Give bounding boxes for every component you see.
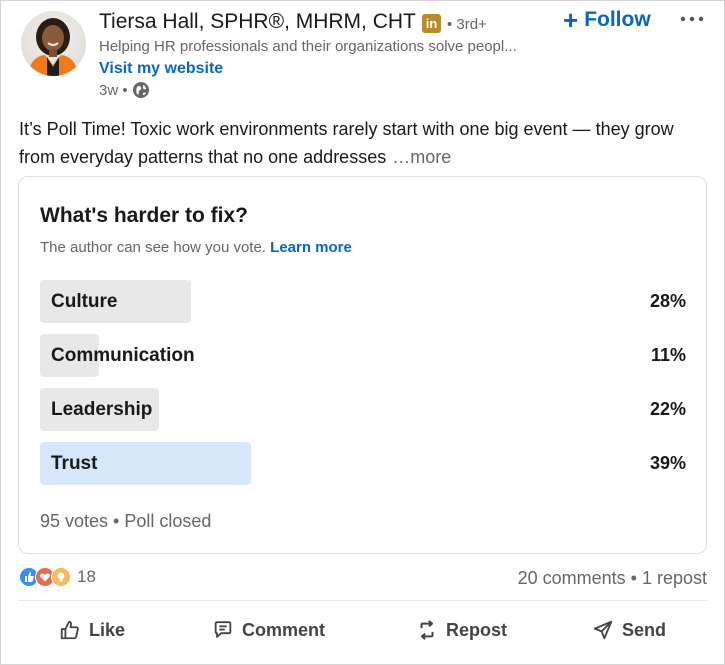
divider — [18, 600, 707, 601]
comment-icon — [214, 621, 232, 638]
poll-option-label: Communication — [51, 345, 195, 366]
poll-option-culture: Culture 28% — [40, 280, 686, 323]
author-name[interactable]: Tiersa Hall, SPHR®, MHRM, CHT — [99, 10, 416, 34]
post-body: It’s Poll Time! Toxic work environments … — [19, 119, 674, 167]
repost-button[interactable]: Repost — [416, 619, 507, 641]
repost-icon — [420, 620, 434, 640]
poll-privacy-note: The author can see how you vote. Learn m… — [40, 239, 352, 256]
learn-more-link[interactable]: Learn more — [270, 239, 352, 256]
like-button[interactable]: Like — [59, 619, 125, 641]
poll-option-label: Trust — [51, 453, 98, 474]
poll-option-percent: 11% — [650, 345, 686, 365]
post-text: It’s Poll Time! Toxic work environments … — [19, 115, 714, 171]
poll-option-percent: 22% — [649, 399, 686, 419]
comment-label: Comment — [242, 619, 326, 640]
poll-option-percent: 39% — [649, 453, 686, 473]
author-avatar[interactable] — [21, 11, 86, 76]
reactions-summary[interactable]: 18 — [19, 567, 96, 587]
thumbs-up-icon — [60, 620, 79, 640]
ellipsis-icon — [680, 16, 704, 22]
poll-option-leadership: Leadership 22% — [40, 388, 686, 431]
poll-option-communication: Communication 11% — [40, 334, 686, 377]
follow-button[interactable]: + Follow — [563, 7, 651, 33]
poll-option-label: Culture — [51, 291, 118, 312]
poll-card: What's harder to fix? The author can see… — [18, 176, 707, 554]
send-icon — [593, 620, 613, 640]
more-options-button[interactable] — [677, 5, 707, 33]
reaction-count: 18 — [77, 567, 96, 586]
visit-website-link[interactable]: Visit my website — [99, 60, 223, 78]
comments-reposts-count[interactable]: 20 comments • 1 repost — [518, 568, 707, 589]
comment-button[interactable]: Comment — [212, 619, 325, 641]
follow-label: Follow — [584, 8, 651, 31]
poll-footer: 95 votes • Poll closed — [40, 511, 212, 531]
poll-option-percent: 28% — [649, 291, 686, 311]
poll-note-text: The author can see how you vote. — [40, 239, 266, 256]
poll-question: What's harder to fix? — [40, 204, 249, 227]
feed-post-card: Tiersa Hall, SPHR®, MHRM, CHT in • 3rd+ … — [0, 0, 725, 665]
globe-icon — [132, 82, 149, 98]
send-button[interactable]: Send — [592, 619, 666, 641]
send-label: Send — [622, 619, 667, 640]
author-headline: Helping HR professionals and their organ… — [99, 38, 517, 55]
poll-option-trust: Trust 39% — [40, 442, 686, 485]
linkedin-premium-icon: in — [422, 14, 441, 33]
poll-option-label: Leadership — [51, 399, 153, 420]
insightful-icon — [51, 567, 71, 587]
repost-label: Repost — [446, 619, 508, 640]
like-label: Like — [89, 619, 126, 640]
post-meta: 3w • — [99, 81, 150, 99]
post-time: 3w • — [99, 81, 128, 99]
see-more-link[interactable]: …more — [392, 147, 451, 167]
connection-degree: • 3rd+ — [447, 16, 487, 33]
plus-icon: + — [563, 5, 579, 35]
